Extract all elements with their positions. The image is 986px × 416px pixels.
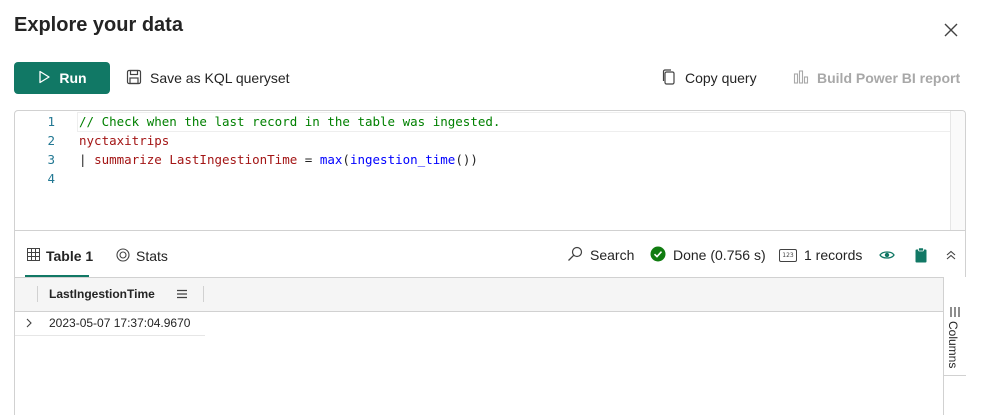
code-token: LastIngestionTime (169, 152, 298, 167)
column-menu-icon[interactable] (175, 287, 189, 301)
code-text: nyctaxitrips (79, 131, 169, 150)
code-token: summarize (94, 152, 162, 167)
run-button[interactable]: Run (14, 62, 110, 94)
code-line: 3 | summarize LastIngestionTime = max(ing… (15, 150, 945, 169)
copy-icon (661, 68, 677, 88)
collapse-chevron-icon[interactable] (940, 243, 962, 267)
line-number: 1 (47, 114, 55, 129)
success-check-icon (650, 246, 666, 265)
save-icon (126, 69, 142, 88)
tab-label: Stats (136, 248, 168, 264)
code-token: ()) (455, 152, 478, 167)
code-line: 1 // Check when the last record in the ta… (15, 112, 945, 131)
clipboard-icon[interactable] (910, 243, 932, 267)
column-separator (37, 286, 38, 302)
tab-table-1[interactable]: Table 1 (27, 245, 93, 267)
build-power-bi-report-button[interactable]: Build Power BI report (793, 62, 960, 94)
grid-header: LastIngestionTime (15, 278, 943, 312)
stats-icon (116, 247, 130, 265)
run-label: Run (59, 70, 87, 86)
search-label: Search (590, 247, 635, 263)
code-token: | (79, 152, 95, 167)
power-bi-label: Build Power BI report (817, 70, 961, 86)
tab-stats[interactable]: Stats (116, 245, 168, 267)
numbers-icon: 123 (779, 248, 797, 262)
code-token: = (297, 152, 320, 167)
line-number: 4 (47, 171, 55, 186)
code-line: 4 (15, 169, 945, 188)
records-text: 1 records (804, 247, 863, 263)
code-token: ( (342, 152, 350, 167)
eye-icon[interactable] (876, 243, 898, 267)
line-number: 2 (47, 133, 55, 148)
table-row[interactable]: 2023-05-07 17:37:04.9670 (15, 311, 205, 336)
search-icon (567, 246, 583, 265)
save-kql-queryset-button[interactable]: Save as KQL queryset (126, 62, 290, 94)
power-bi-icon (793, 69, 809, 88)
table-icon (27, 248, 40, 264)
column-header-lastingestiontime[interactable]: LastIngestionTime (49, 286, 155, 302)
tab-label: Table 1 (46, 248, 94, 264)
query-status: Done (0.756 s) (650, 243, 766, 267)
query-editor[interactable]: 1 // Check when the last record in the ta… (14, 110, 966, 231)
code-line: 2 nyctaxitrips (15, 131, 945, 150)
table-cell: 2023-05-07 17:37:04.9670 (49, 316, 191, 330)
status-text: Done (0.756 s) (673, 247, 766, 263)
code-text: // Check when the last record in the tab… (79, 112, 500, 131)
record-count: 123 1 records (779, 243, 862, 267)
columns-side-panel: Columns (943, 277, 966, 415)
play-icon (37, 70, 51, 87)
results-pane: Table 1 Stats Search Done (0.756 s) 123 … (14, 230, 966, 415)
code-token: // Check when the last record in the tab… (79, 114, 501, 129)
columns-toggle-button[interactable]: Columns (944, 277, 966, 376)
dialog-title: Explore your data (14, 14, 183, 36)
code-text: | summarize LastIngestionTime = max(inge… (79, 150, 478, 169)
close-icon[interactable] (941, 20, 961, 40)
editor-scrollbar[interactable] (950, 111, 965, 231)
code-token: nyctaxitrips (79, 133, 170, 148)
line-number: 3 (47, 152, 55, 167)
results-grid: LastIngestionTime 2023-05-07 17:37:04.96… (15, 277, 943, 416)
column-separator (203, 286, 204, 302)
code-token: max (319, 152, 343, 167)
copy-query-button[interactable]: Copy query (661, 62, 757, 94)
copy-label: Copy query (685, 70, 757, 86)
save-label: Save as KQL queryset (150, 70, 290, 86)
chevron-right-icon[interactable] (23, 316, 35, 328)
columns-label: Columns (946, 321, 960, 369)
code-token: ingestion_time (349, 152, 456, 167)
search-button[interactable]: Search (567, 243, 634, 267)
